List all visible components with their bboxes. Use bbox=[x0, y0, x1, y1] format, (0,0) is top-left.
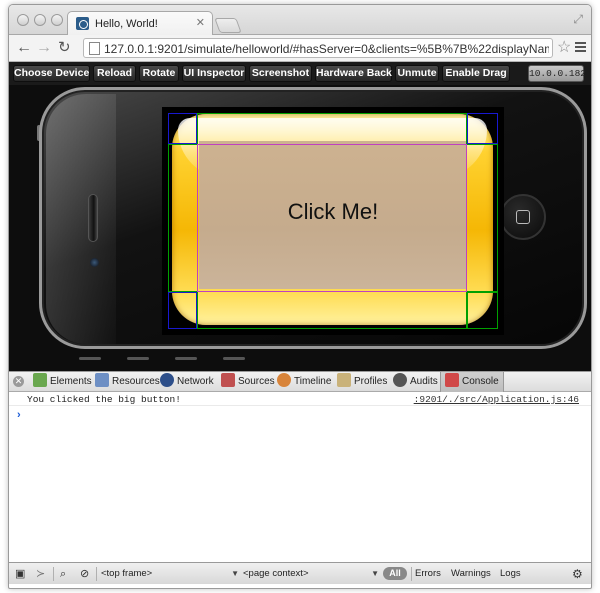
profiles-icon bbox=[337, 373, 351, 387]
close-tab-icon[interactable]: ✕ bbox=[196, 17, 205, 29]
tab-timeline-label: Timeline bbox=[294, 376, 332, 387]
close-devtools-icon[interactable]: ✕ bbox=[13, 376, 24, 387]
chevron-down-icon: ▼ bbox=[231, 569, 239, 578]
phone-frame: Click Me! bbox=[39, 87, 587, 349]
rotate-button[interactable]: Rotate bbox=[139, 65, 179, 82]
devtools-tab-bar: ✕ Elements Resources Network Sources Tim… bbox=[9, 371, 591, 392]
timeline-icon bbox=[277, 373, 291, 387]
inspector-corner-tr bbox=[467, 113, 498, 144]
phone-glare bbox=[46, 94, 116, 344]
tab-network-label: Network bbox=[177, 376, 214, 387]
network-icon bbox=[160, 373, 174, 387]
fullscreen-icon[interactable]: ⤢ bbox=[573, 12, 583, 27]
browser-window: Hello, World! ✕ ⤢ ← → ↻ 127.0.0.1:9201/s… bbox=[8, 4, 592, 589]
enable-drag-button[interactable]: Enable Drag bbox=[442, 65, 510, 82]
console-log-row: You clicked the big button! :9201/./src/… bbox=[9, 392, 591, 406]
earpiece-speaker bbox=[88, 194, 98, 242]
front-camera bbox=[90, 258, 99, 267]
back-arrow-icon[interactable]: ← bbox=[16, 38, 32, 58]
search-icon[interactable]: ⌕ bbox=[60, 567, 66, 581]
frame-select-value: <top frame> bbox=[101, 568, 153, 579]
tab-title: Hello, World! bbox=[95, 18, 158, 30]
reload-icon[interactable]: ↻ bbox=[58, 38, 71, 58]
tab-sources-label: Sources bbox=[238, 376, 275, 387]
clear-console-icon[interactable]: ⊘ bbox=[80, 567, 89, 581]
simulator-stage: Click Me! bbox=[9, 85, 591, 371]
audits-icon bbox=[393, 373, 407, 387]
ui-inspector-button[interactable]: UI Inspector bbox=[182, 65, 246, 82]
tab-console-label: Console bbox=[462, 376, 499, 387]
tab-elements[interactable]: Elements bbox=[33, 372, 92, 392]
filter-warnings-button[interactable]: Warnings bbox=[451, 567, 491, 581]
console-icon bbox=[445, 373, 459, 387]
tab-strip: Hello, World! ✕ ⤢ bbox=[9, 5, 591, 36]
devtools-status-bar: ▣ ≻ ⌕ ⊘ <top frame> ▼ <page context> ▼ A… bbox=[9, 562, 591, 584]
settings-gear-icon[interactable]: ⚙ bbox=[572, 567, 583, 581]
close-window-button[interactable] bbox=[17, 14, 29, 26]
elements-icon bbox=[33, 373, 47, 387]
minimize-window-button[interactable] bbox=[34, 14, 46, 26]
inspector-outline-magenta bbox=[197, 144, 467, 292]
ip-address-badge: 10.0.0.182 bbox=[528, 65, 586, 82]
forward-arrow-icon[interactable]: → bbox=[36, 38, 52, 58]
filter-all-button[interactable]: All bbox=[383, 567, 407, 580]
simulator-toolbar: Choose Device Reload Rotate UI Inspector… bbox=[9, 62, 591, 85]
tab-timeline[interactable]: Timeline bbox=[277, 372, 331, 392]
dock-toggle-icon[interactable]: ▣ bbox=[15, 567, 25, 581]
frame-select[interactable]: <top frame> ▼ bbox=[101, 567, 239, 581]
show-drawer-icon[interactable]: ≻ bbox=[36, 567, 45, 581]
address-bar[interactable]: 127.0.0.1:9201/simulate/helloworld/#hasS… bbox=[83, 38, 553, 58]
log-source-link[interactable]: :9201/./src/Application.js:46 bbox=[414, 394, 579, 405]
console-panel[interactable]: You clicked the big button! :9201/./src/… bbox=[9, 392, 591, 562]
url-text[interactable]: 127.0.0.1:9201/simulate/helloworld/#hasS… bbox=[104, 42, 549, 56]
home-square-icon bbox=[516, 210, 530, 224]
inspector-corner-bl bbox=[168, 292, 197, 329]
browser-tab[interactable]: Hello, World! ✕ bbox=[67, 11, 213, 36]
choose-device-button[interactable]: Choose Device bbox=[13, 65, 90, 82]
page-icon bbox=[89, 42, 100, 55]
separator bbox=[53, 567, 54, 581]
bookmark-star-icon[interactable]: ☆ bbox=[557, 37, 571, 57]
tab-elements-label: Elements bbox=[50, 376, 92, 387]
tab-sources[interactable]: Sources bbox=[221, 372, 275, 392]
filter-logs-button[interactable]: Logs bbox=[500, 567, 521, 581]
tab-audits-label: Audits bbox=[410, 376, 438, 387]
tab-resources[interactable]: Resources bbox=[95, 372, 160, 392]
tab-network[interactable]: Network bbox=[160, 372, 214, 392]
tab-audits[interactable]: Audits bbox=[393, 372, 438, 392]
home-button[interactable] bbox=[500, 194, 546, 240]
separator bbox=[411, 567, 412, 581]
tab-console[interactable]: Console bbox=[440, 372, 504, 392]
phone-bottom-edge bbox=[79, 351, 519, 360]
inspector-corner-tl bbox=[168, 113, 197, 144]
tab-resources-label: Resources bbox=[112, 376, 160, 387]
device-screen: Click Me! bbox=[162, 107, 504, 335]
unmute-button[interactable]: Unmute bbox=[395, 65, 439, 82]
log-message: You clicked the big button! bbox=[27, 394, 181, 405]
context-select[interactable]: <page context> ▼ bbox=[243, 567, 379, 581]
filter-errors-button[interactable]: Errors bbox=[415, 567, 441, 581]
zoom-window-button[interactable] bbox=[51, 14, 63, 26]
browser-toolbar: ← → ↻ 127.0.0.1:9201/simulate/helloworld… bbox=[9, 35, 591, 62]
new-tab-button[interactable] bbox=[214, 18, 242, 33]
hardware-back-button[interactable]: Hardware Back bbox=[315, 65, 392, 82]
separator bbox=[96, 567, 97, 581]
sources-icon bbox=[221, 373, 235, 387]
chrome-menu-icon[interactable] bbox=[575, 42, 586, 52]
context-select-value: <page context> bbox=[243, 568, 309, 579]
page-favicon-icon bbox=[76, 17, 89, 30]
console-prompt-icon[interactable]: › bbox=[17, 409, 21, 421]
resources-icon bbox=[95, 373, 109, 387]
screenshot-button[interactable]: Screenshot bbox=[249, 65, 312, 82]
inspector-corner-br bbox=[467, 292, 498, 329]
tab-profiles-label: Profiles bbox=[354, 376, 388, 387]
reload-button[interactable]: Reload bbox=[93, 65, 136, 82]
tab-profiles[interactable]: Profiles bbox=[337, 372, 387, 392]
chevron-down-icon: ▼ bbox=[371, 569, 379, 578]
